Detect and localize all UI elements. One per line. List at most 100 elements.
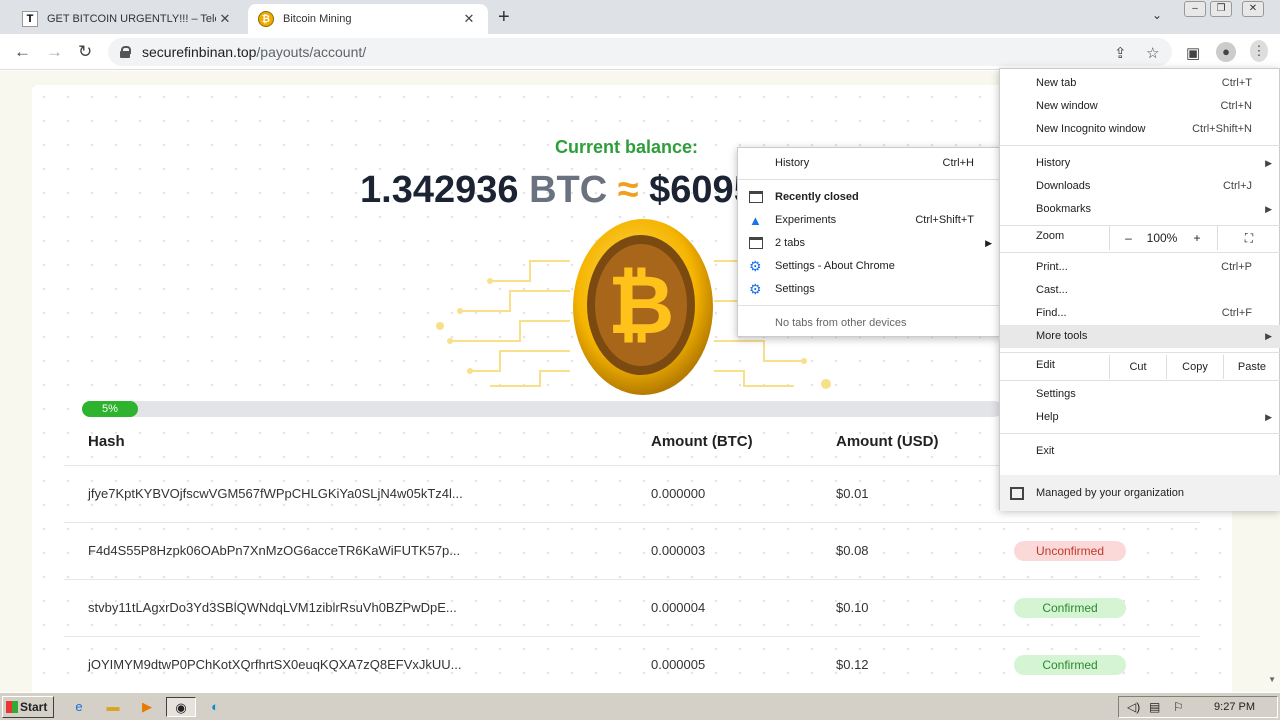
bookmark-star-icon[interactable]: ☆ [1146,44,1159,62]
menu-divider [1000,352,1280,353]
folder-icon[interactable]: ▬ [102,697,124,717]
back-arrow-icon[interactable]: ← [14,42,31,62]
tab-search-chevron-icon[interactable]: ⌄ [1152,8,1162,22]
menu-item-help[interactable]: Help ▶ [1000,406,1280,429]
start-button[interactable]: Start [2,696,54,718]
menu-item-new-tab[interactable]: New tab Ctrl+T [1000,72,1280,95]
forward-arrow-icon[interactable]: → [46,42,63,62]
menu-label: Downloads [1036,180,1091,192]
menu-divider [1000,252,1280,253]
tab-bitcoin-mining[interactable]: ₿ Bitcoin Mining ✕ [248,4,488,34]
submenu-item-settings[interactable]: ⚙ Settings [738,278,1000,301]
row-btc: 0.000000 [651,486,706,501]
media-player-icon[interactable]: ▶ [136,697,158,717]
close-tab-icon[interactable]: ✕ [216,11,234,27]
lock-icon[interactable] [120,46,131,58]
zoom-in-button[interactable]: + [1177,226,1217,250]
minimize-icon[interactable]: – [1184,1,1206,17]
menu-item-exit[interactable]: Exit [1000,440,1280,463]
paste-button[interactable]: Paste [1223,355,1280,379]
system-tray: ◁) ▤ ⚐ 9:27 PM [1118,696,1278,718]
menu-divider [1000,145,1280,146]
row-btc: 0.000004 [651,600,706,615]
menu-divider [1000,380,1280,381]
row-hash: jfye7KptKYBVOjfscwVGM567fWPpCHLGKiYa0SLj… [88,486,463,501]
chrome-taskbar-icon[interactable]: ◉ [166,697,196,717]
submenu-label: Settings [775,283,815,295]
circuit-lines-left [436,260,570,387]
volume-icon[interactable]: ◁) [1127,697,1140,717]
balance-btc-amount: 1.342936 [360,169,519,211]
menu-label: Print... [1036,261,1068,273]
submenu-label: Experiments [775,214,837,226]
svg-text:₿: ₿ [608,260,675,351]
side-panel-icon[interactable]: ▣ [1186,44,1200,62]
column-header-usd: Amount (USD) [836,433,939,450]
menu-item-incognito[interactable]: New Incognito window Ctrl+Shift+N [1000,118,1280,141]
tab-telegram[interactable]: T GET BITCOIN URGENTLY!!! – Telegram ✕ [12,4,244,34]
tab-strip: T GET BITCOIN URGENTLY!!! – Telegram ✕ ₿… [0,0,1280,34]
submenu-arrow-icon: ▶ [985,238,992,248]
managed-by-org[interactable]: Managed by your organization [1000,475,1280,511]
menu-item-find[interactable]: Find... Ctrl+F [1000,302,1280,325]
flask-icon: ▲ [749,213,762,228]
flag-icon[interactable]: ⚐ [1173,697,1184,717]
submenu-shortcut: Ctrl+H [942,157,974,169]
menu-label: New window [1036,100,1098,112]
progress-fill: 5% [82,401,138,417]
menu-item-settings[interactable]: Settings [1000,383,1280,406]
share-icon[interactable]: ⇪ [1114,44,1127,62]
submenu-item-settings-about[interactable]: ⚙ Settings - About Chrome [738,255,1000,278]
fullscreen-icon[interactable]: ⛶ [1217,226,1280,250]
status-badge-unconfirmed: Unconfirmed [1014,541,1126,561]
restore-icon[interactable]: ❐ [1210,1,1232,17]
edge-icon[interactable]: ◐ [204,697,226,717]
windows-logo-icon [6,701,18,713]
window-icon [749,191,763,203]
mining-progress-bar: 5% [82,401,1002,417]
menu-item-cast[interactable]: Cast... [1000,279,1280,302]
close-tab-icon[interactable]: ✕ [460,11,478,27]
balance-label: Current balance: [555,137,699,157]
cut-button[interactable]: Cut [1109,355,1166,379]
menu-item-more-tools[interactable]: More tools ▶ [1000,325,1280,348]
submenu-label: 2 tabs [775,237,805,249]
ie-icon[interactable]: e [68,697,90,717]
bitcoin-favicon-icon: ₿ [258,11,274,27]
menu-label: Find... [1036,307,1067,319]
menu-item-new-window[interactable]: New window Ctrl+N [1000,95,1280,118]
tab-title: GET BITCOIN URGENTLY!!! – Telegram [47,13,216,25]
zoom-out-button[interactable]: – [1109,226,1147,250]
row-divider [64,636,1200,637]
edit-label: Edit [1036,359,1055,371]
menu-label: History [1036,157,1071,169]
start-label: Start [20,700,48,714]
copy-button[interactable]: Copy [1166,355,1223,379]
submenu-arrow-icon: ▶ [1265,158,1272,168]
url-domain: securefinbinan.top [142,44,257,60]
submenu-label: Recently closed [775,191,859,203]
submenu-item-experiments[interactable]: ▲ Experiments Ctrl+Shift+T [738,209,1000,232]
submenu-arrow-icon: ▶ [1265,331,1272,341]
menu-shortcut: Ctrl+N [1220,100,1252,112]
submenu-item-history[interactable]: History Ctrl+H [738,152,1000,175]
reload-icon[interactable]: ↻ [78,42,92,62]
row-usd: $0.10 [836,600,869,615]
menu-item-history[interactable]: History ▶ [1000,152,1280,175]
address-bar[interactable]: securefinbinan.top/payouts/account/ [108,38,1172,66]
window-close-icon[interactable]: ✕ [1242,1,1264,17]
new-tab-plus-icon[interactable]: + [498,6,510,29]
profile-avatar-icon[interactable]: ● [1216,42,1236,62]
menu-item-print[interactable]: Print... Ctrl+P [1000,256,1280,279]
menu-item-bookmarks[interactable]: Bookmarks ▶ [1000,198,1280,221]
window-icon [749,237,763,249]
menu-label: Cast... [1036,284,1068,296]
chrome-menu-kebab-icon[interactable]: ⋮ [1250,40,1268,62]
gear-icon: ⚙ [749,281,762,297]
scroll-down-arrow-icon[interactable]: ▼ [1268,675,1276,684]
row-usd: $0.08 [836,543,869,558]
menu-item-downloads[interactable]: Downloads Ctrl+J [1000,175,1280,198]
submenu-arrow-icon: ▶ [1265,412,1272,422]
submenu-item-2-tabs[interactable]: 2 tabs ▶ [738,232,1000,255]
network-icon[interactable]: ▤ [1149,697,1160,717]
